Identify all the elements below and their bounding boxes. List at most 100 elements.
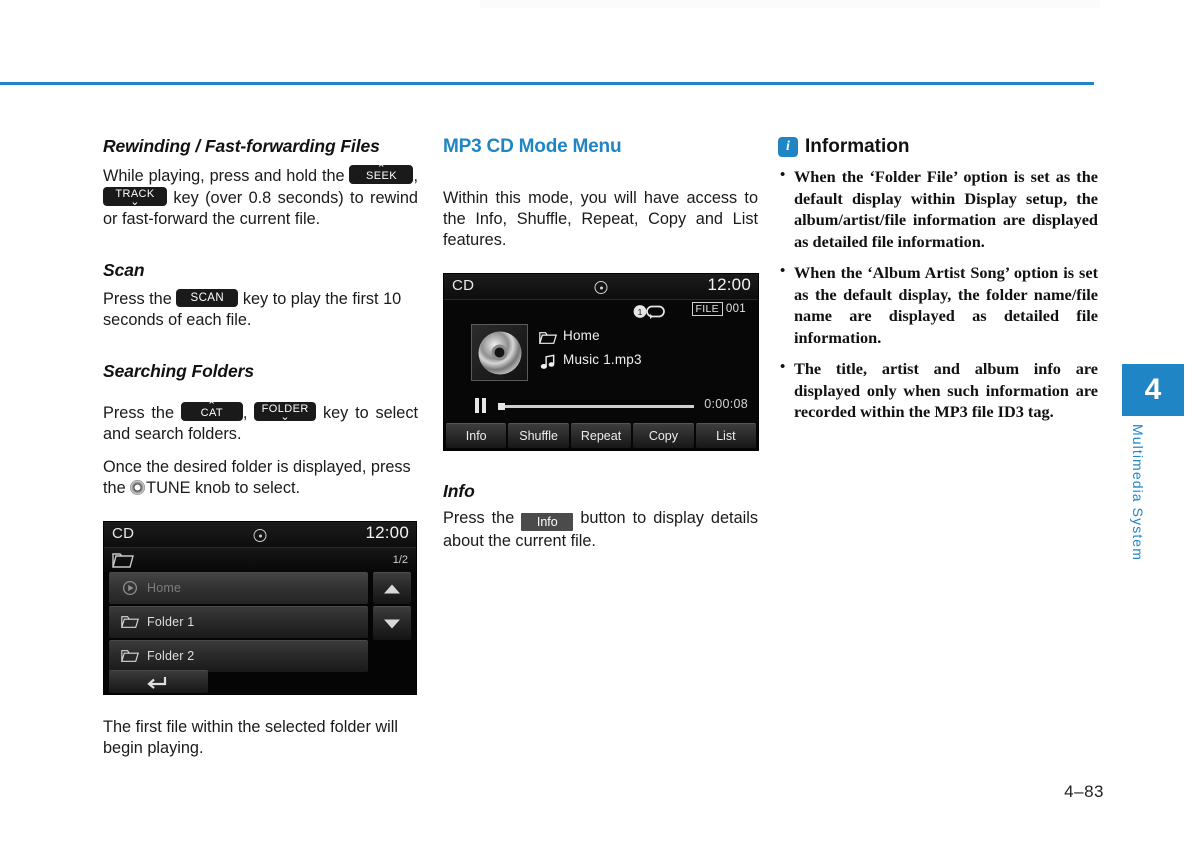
fb-row-folder-1[interactable]: Folder 1	[109, 606, 368, 638]
np-file-badge: FILE	[691, 302, 723, 316]
tune-knob-icon	[130, 480, 146, 495]
np-folder-line: Home	[539, 328, 642, 352]
np-file-number: 001	[725, 303, 746, 315]
paragraph-searching-folders: Press the ⌃ CAT, FOLDER ⌄ key to select an…	[103, 401, 418, 445]
np-progress-area: 0:00:08	[444, 396, 758, 416]
paragraph-mode-intro: Within this mode, you will have access t…	[443, 189, 758, 249]
folder-key-chip: FOLDER ⌄	[254, 402, 317, 423]
fb-row-folder-2[interactable]: Folder 2	[109, 640, 368, 672]
np-progress-knob[interactable]	[498, 403, 505, 410]
np-key-copy[interactable]: Copy	[633, 423, 694, 448]
triangle-down-icon	[384, 619, 400, 628]
np-key-shuffle[interactable]: Shuffle	[508, 423, 569, 448]
text-info-a: Press the	[443, 509, 515, 527]
svg-text:1: 1	[638, 307, 643, 317]
list-item: When the ‘Folder File’ option is set as …	[778, 165, 1098, 252]
fb-scroll-up-button[interactable]	[373, 572, 411, 604]
heading-info: Info	[443, 481, 475, 501]
fb-list: Home Folder 1 Folder 2	[109, 572, 368, 674]
chip-separator-comma: ,	[413, 167, 418, 185]
text-searching-a: Press the	[103, 404, 175, 422]
paragraph-rewinding: While playing, press and hold the ⌃ SEEK,…	[103, 164, 418, 230]
folder-icon	[112, 553, 134, 568]
np-file-indicator: FILE 001	[691, 302, 746, 316]
track-key-chip: TRACK ⌄	[103, 187, 167, 208]
play-circle-icon	[122, 580, 138, 596]
header-rule	[0, 82, 1094, 85]
fb-row-home[interactable]: Home	[109, 572, 368, 604]
fb-back-button[interactable]	[109, 670, 208, 693]
page-top-band	[480, 0, 1100, 8]
triangle-up-icon	[384, 584, 400, 593]
column-middle: MP3 CD Mode Menu Within this mode, you w…	[443, 136, 759, 552]
np-progress-bar[interactable]	[498, 403, 694, 410]
scan-key-chip: SCAN	[176, 289, 239, 307]
fb-clock: 12:00	[365, 523, 409, 542]
fb-scroll-down-button[interactable]	[373, 606, 411, 640]
disc-icon	[253, 529, 267, 542]
cat-key-chip: ⌃ CAT	[180, 401, 243, 421]
fb-page-indicator: 1/2	[392, 554, 408, 566]
folder-icon	[121, 616, 139, 628]
album-art	[471, 324, 528, 381]
disc-icon	[594, 281, 608, 294]
paragraph-first-file: The first file within the selected folde…	[103, 718, 398, 757]
back-arrow-icon	[147, 677, 167, 689]
now-playing-screenshot: CD 12:00 1 FILE 001 Home Music 1.mp3 0:0…	[443, 273, 759, 451]
np-key-info[interactable]: Info	[446, 423, 507, 448]
music-note-icon	[540, 354, 555, 369]
np-clock: 12:00	[707, 275, 751, 294]
information-header: i Information	[778, 136, 1098, 158]
info-icon: i	[778, 137, 798, 157]
scan-key-label: SCAN	[190, 292, 225, 304]
text-rewinding-a: While playing, press and hold the	[103, 167, 345, 185]
information-bullet-list: When the ‘Folder File’ option is set as …	[778, 165, 1098, 423]
fb-breadcrumb-bar: 1/2	[104, 548, 416, 572]
cat-key-label: CAT	[200, 407, 224, 419]
folder-icon	[121, 650, 139, 662]
np-track-line: Music 1.mp3	[539, 352, 642, 376]
paragraph-tune-knob: Once the desired folder is displayed, pr…	[103, 457, 418, 499]
page-number: 4–83	[1064, 782, 1104, 801]
np-key-list[interactable]: List	[695, 423, 757, 448]
folder-browser-screenshot: CD 12:00 1/2 Home Folder 1 Folder 2	[103, 521, 417, 695]
chip-separator-comma-2: ,	[242, 404, 248, 422]
text-tune-b: TUNE knob to select.	[146, 479, 301, 497]
np-source-label: CD	[452, 277, 475, 294]
np-body: 1 FILE 001 Home Music 1.mp3 0:00:08	[444, 300, 758, 423]
column-right: i Information When the ‘Folder File’ opt…	[778, 136, 1098, 433]
info-soft-chip: Info	[521, 513, 574, 531]
fb-source-label: CD	[112, 525, 135, 542]
track-down-arrow-icon: ⌄	[130, 196, 140, 208]
heading-mp3-cd-mode-menu: MP3 CD Mode Menu	[443, 136, 622, 157]
fb-row-label: Folder 1	[147, 615, 195, 629]
column-left: Rewinding / Fast-forwarding Files While …	[103, 136, 418, 759]
np-status-bar: CD 12:00	[444, 274, 758, 300]
seek-key-chip: ⌃ SEEK	[349, 164, 414, 184]
list-item: When the ‘Album Artist Song’ option is s…	[778, 261, 1098, 348]
cd-disc-icon	[478, 331, 521, 374]
list-item: The title, artist and album info are dis…	[778, 357, 1098, 423]
text-scan-a: Press the	[103, 290, 172, 308]
fb-row-label: Home	[147, 581, 182, 595]
repeat-one-icon: 1	[633, 305, 665, 319]
chapter-tab-number: 4	[1122, 364, 1184, 416]
np-folder-name: Home	[563, 328, 600, 343]
np-key-repeat[interactable]: Repeat	[570, 423, 632, 448]
chapter-tab-label: Multimedia System	[1130, 424, 1146, 561]
folder-icon	[539, 332, 557, 344]
np-softkey-bar: Info Shuffle Repeat Copy List	[444, 423, 758, 450]
paragraph-scan: Press the SCAN key to play the first 10 …	[103, 289, 418, 331]
heading-scan: Scan	[103, 260, 145, 280]
folder-down-arrow-icon: ⌄	[280, 411, 290, 423]
fb-scrollbar[interactable]	[373, 572, 411, 642]
np-track-name: Music 1.mp3	[563, 352, 642, 367]
np-elapsed-time: 0:00:08	[704, 397, 748, 411]
np-metadata: Home Music 1.mp3	[539, 328, 642, 376]
